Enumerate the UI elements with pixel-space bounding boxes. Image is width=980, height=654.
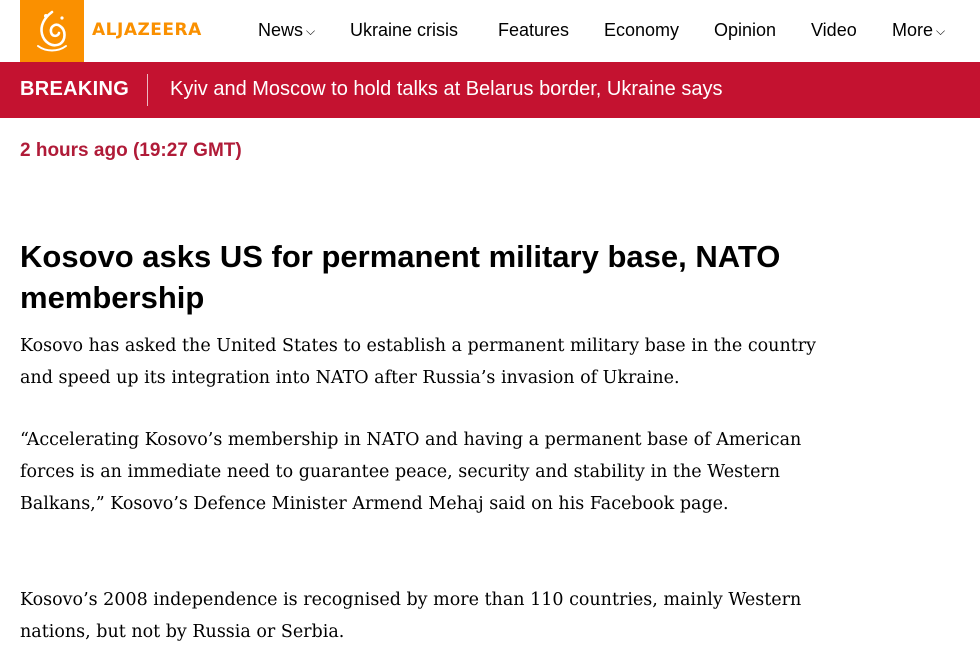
nav-item-opinion[interactable]: Opinion	[714, 20, 776, 41]
article-timestamp: 2 hours ago (19:27 GMT)	[20, 140, 242, 161]
breaking-news-bar[interactable]: BREAKING Kyiv and Moscow to hold talks a…	[0, 62, 980, 118]
logo-wordmark[interactable]: ALJAZEERA	[92, 20, 202, 40]
breaking-headline-link[interactable]: Kyiv and Moscow to hold talks at Belarus…	[170, 78, 722, 101]
article-paragraph: “Accelerating Kosovo’s membership in NAT…	[20, 430, 802, 514]
nav-item-features[interactable]: Features	[498, 20, 569, 41]
nav-item-economy[interactable]: Economy	[604, 20, 679, 41]
nav-item-label: Economy	[604, 20, 680, 40]
aljazeera-calligraphy-icon	[37, 10, 67, 52]
site-header: ALJAZEERA News ⌵ Ukraine crisis Features …	[0, 0, 980, 62]
aljazeera-logo[interactable]	[20, 0, 84, 62]
article-paragraph: Kosovo’s 2008 independence is recognised…	[20, 590, 802, 642]
nav-item-label: Opinion	[714, 20, 777, 40]
breaking-label: BREAKING	[20, 78, 130, 100]
nav-item-label: Features	[498, 20, 570, 40]
chevron-down-icon: ⌵	[306, 24, 316, 38]
nav-item-ukraine-crisis[interactable]: Ukraine crisis	[350, 20, 458, 41]
nav-item-label: Video	[811, 20, 857, 40]
article-headline: Kosovo asks US for permanent military ba…	[20, 239, 781, 315]
nav-item-news[interactable]: News ⌵	[258, 20, 315, 41]
nav-item-video[interactable]: Video	[811, 20, 857, 41]
article-paragraph: Kosovo has asked the United States to es…	[20, 336, 817, 388]
nav-item-label: More	[892, 20, 934, 40]
nav-item-label: News	[258, 20, 304, 40]
nav-item-label: Ukraine crisis	[350, 20, 459, 40]
divider	[147, 74, 148, 106]
nav-item-more[interactable]: More ⌵	[892, 20, 945, 41]
chevron-down-icon: ⌵	[936, 24, 946, 38]
